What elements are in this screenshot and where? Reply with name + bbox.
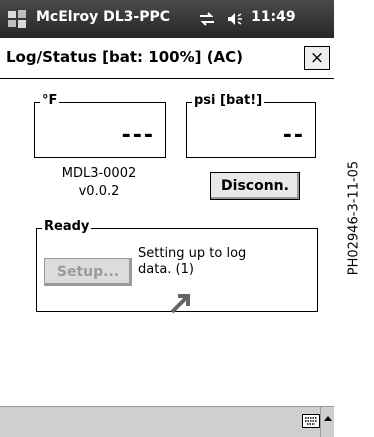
input-panel-arrow-icon[interactable]	[320, 407, 335, 437]
pressure-value: --	[282, 123, 305, 148]
dialog-title: Log/Status [bat: 100%] (AC)	[6, 48, 244, 66]
status-message: Setting up to log data. (1)	[138, 246, 247, 277]
pressure-group: --	[186, 102, 316, 158]
windows-start-icon[interactable]	[6, 8, 28, 30]
close-icon: ×	[309, 48, 325, 68]
figure-code: PH02946-3-11-05	[346, 160, 362, 276]
connectivity-icon[interactable]	[198, 10, 216, 28]
pocket-pc-screen: McElroy DL3-PPC 11:49 Log/Status [bat: 1…	[0, 0, 334, 437]
temperature-label: °F	[40, 93, 60, 108]
speaker-icon[interactable]	[226, 10, 244, 28]
firmware-version: v0.0.2	[78, 184, 120, 199]
app-title: McElroy DL3-PPC	[36, 9, 171, 25]
title-bar: McElroy DL3-PPC 11:49	[0, 0, 334, 38]
setup-button[interactable]: Setup...	[44, 258, 132, 286]
close-button[interactable]: ×	[304, 46, 330, 70]
dialog-header: Log/Status [bat: 100%] (AC) ×	[0, 38, 334, 79]
bottom-menu-bar	[0, 406, 334, 437]
keyboard-icon[interactable]	[302, 414, 320, 428]
temperature-group: ---	[34, 102, 166, 158]
clock[interactable]: 11:49	[251, 9, 296, 25]
device-model: MDL3-0002	[61, 166, 137, 181]
disconnect-button[interactable]: Disconn.	[210, 172, 300, 200]
temperature-value: ---	[121, 123, 155, 148]
pressure-label: psi [bat!]	[192, 93, 265, 108]
stylus-cursor-icon	[170, 294, 190, 314]
ready-label: Ready	[42, 219, 92, 234]
